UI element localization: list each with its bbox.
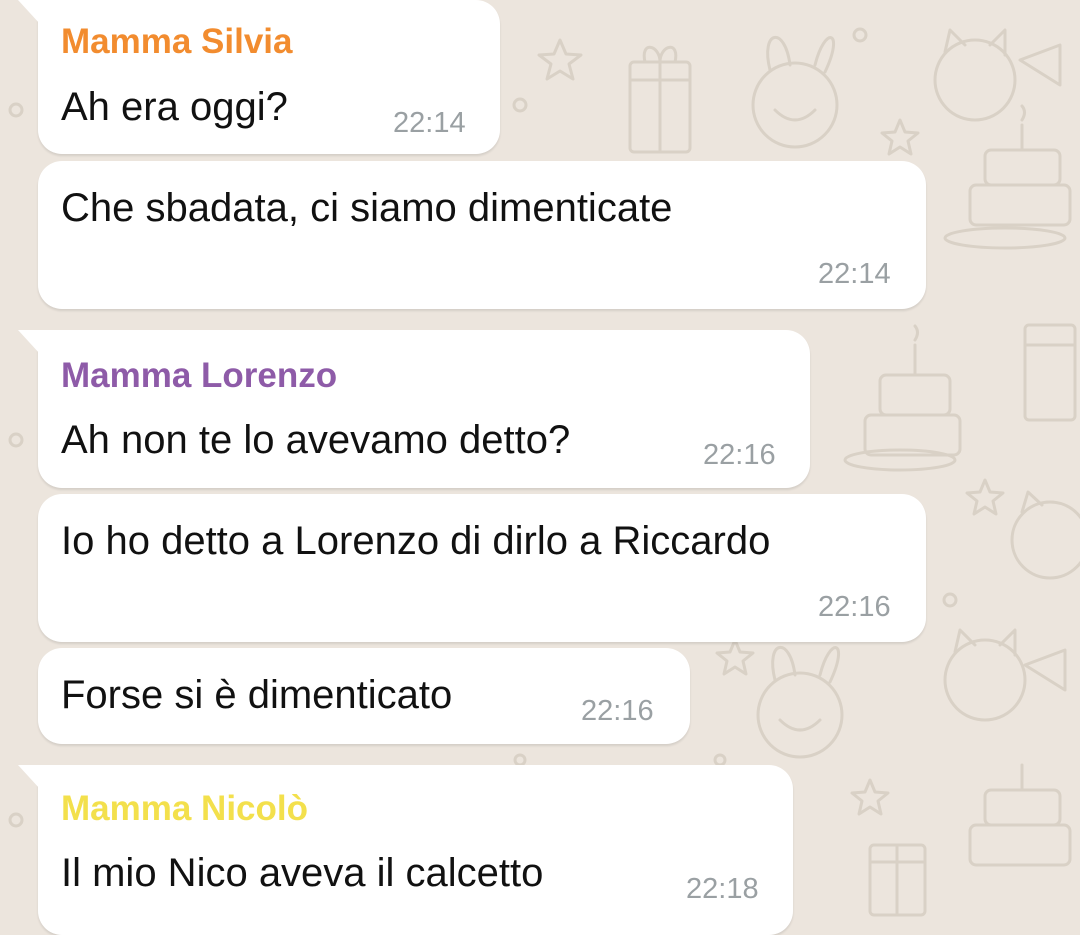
bunny-doodle xyxy=(751,35,839,149)
cake-doodle xyxy=(943,104,1072,250)
message-bubble[interactable]: Forse si è dimenticato 22:16 xyxy=(38,648,690,744)
sender-name[interactable]: Mamma Silvia xyxy=(61,22,293,62)
message-time: 22:16 xyxy=(818,591,891,623)
gift-doodle xyxy=(628,45,692,154)
bubble-tail xyxy=(18,0,40,24)
bubble-tail xyxy=(18,765,40,789)
message-text: Io ho detto a Lorenzo di dirlo a Riccard… xyxy=(61,519,771,563)
bunny-doodle-2 xyxy=(756,645,844,759)
cake-doodle-3 xyxy=(968,763,1072,867)
message-text: Ah non te lo avevamo detto? xyxy=(61,418,571,462)
sender-name[interactable]: Mamma Lorenzo xyxy=(61,356,337,396)
message-bubble[interactable]: Mamma Silvia Ah era oggi? 22:14 xyxy=(18,0,500,154)
message-text: Il mio Nico aveva il calcetto xyxy=(61,851,544,895)
message-bubble[interactable]: Mamma Lorenzo Ah non te lo avevamo detto… xyxy=(18,330,810,488)
cat-doodle-3 xyxy=(943,628,1067,722)
bubble-tail xyxy=(18,330,40,354)
message-bubble[interactable]: Io ho detto a Lorenzo di dirlo a Riccard… xyxy=(38,494,926,642)
message-time: 22:16 xyxy=(703,439,776,471)
cake-doodle-2 xyxy=(843,324,962,472)
cat-doodle xyxy=(933,28,1062,122)
message-time: 22:18 xyxy=(686,873,759,905)
gift-doodle-2 xyxy=(868,843,927,917)
message-time: 22:14 xyxy=(393,107,466,139)
message-bubble[interactable]: Che sbadata, ci siamo dimenticate 22:14 xyxy=(38,161,926,309)
sender-name[interactable]: Mamma Nicolò xyxy=(61,789,308,829)
message-text: Che sbadata, ci siamo dimenticate xyxy=(61,186,673,230)
cat-doodle-2 xyxy=(1010,490,1080,580)
party-doodle xyxy=(1023,323,1077,422)
message-time: 22:16 xyxy=(581,695,654,727)
message-text: Forse si è dimenticato xyxy=(61,673,453,717)
message-time: 22:14 xyxy=(818,258,891,290)
message-text: Ah era oggi? xyxy=(61,85,288,129)
message-bubble[interactable]: Mamma Nicolò Il mio Nico aveva il calcet… xyxy=(18,765,793,935)
